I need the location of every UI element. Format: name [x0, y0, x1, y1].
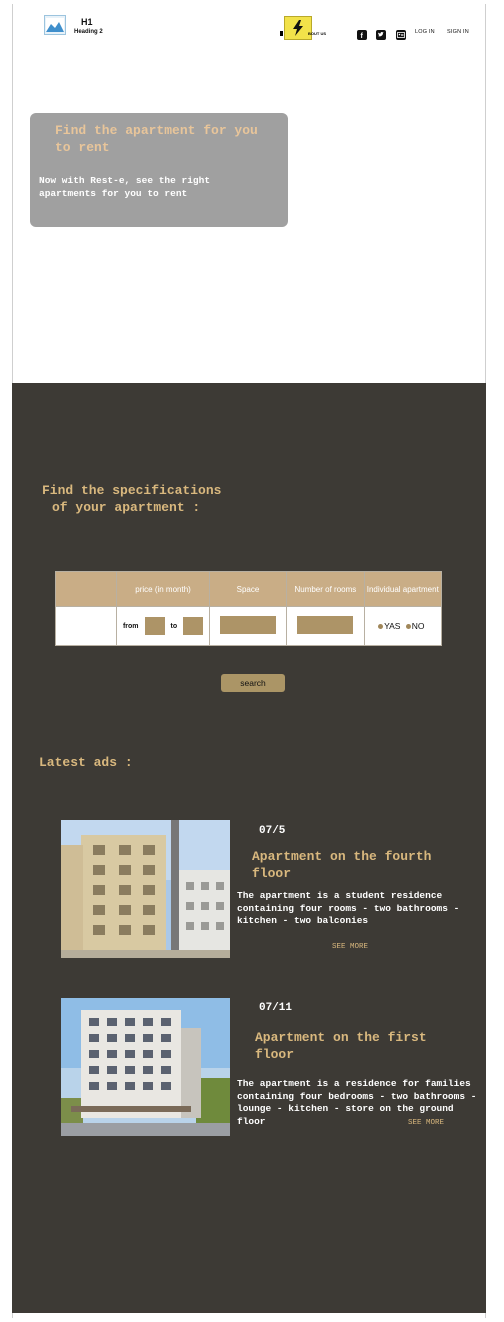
specs-input-row: from to YAS NO — [54, 606, 443, 646]
yes-radio[interactable] — [378, 623, 384, 629]
logo-image-icon[interactable] — [44, 15, 66, 35]
specs-title: Find the specifications of your apartmen… — [42, 482, 292, 516]
specs-empty-cell — [54, 606, 118, 646]
specs-title-line2: of your apartment : — [52, 500, 201, 515]
ad-title-1: Apartment on the fourth floor — [252, 849, 432, 881]
specs-title-line1: Find the specifications — [42, 483, 222, 498]
lightning-icon[interactable] — [284, 16, 312, 40]
ad-title-2: Apartment on the first floor — [255, 1030, 427, 1062]
see-more-link-2[interactable]: SEE MORE — [408, 1119, 444, 1127]
nav-marker — [280, 31, 283, 36]
logo-title: H1 — [81, 17, 93, 27]
individual-cell: YAS NO — [363, 606, 443, 646]
ad-image-1[interactable] — [61, 820, 230, 958]
ad-date-1: 07/5 — [259, 825, 286, 837]
price-range-cell: from to — [116, 606, 210, 646]
ad-image-2[interactable] — [61, 998, 230, 1136]
specs-empty-header — [54, 571, 118, 607]
price-from-input[interactable] — [144, 617, 165, 635]
see-more-link-1[interactable]: SEE MORE — [332, 943, 368, 951]
hero-title: Find the apartment for you to rent — [55, 123, 258, 155]
col-price: price (in month) — [116, 571, 210, 607]
nav-about-us[interactable]: BOUT US — [308, 31, 326, 36]
no-radio[interactable] — [405, 623, 411, 629]
price-to-input[interactable] — [183, 617, 204, 635]
col-individual: Individual apartment — [363, 571, 443, 607]
search-section: Find the specifications of your apartmen… — [12, 383, 486, 1313]
yes-label: YAS — [384, 621, 401, 631]
col-rooms: Number of rooms — [286, 571, 365, 607]
logo-subtitle: Heading 2 — [74, 29, 103, 35]
twitter-icon[interactable] — [376, 30, 386, 40]
specs-header-row: price (in month) Space Number of rooms I… — [54, 571, 443, 607]
space-cell — [208, 606, 288, 646]
search-button[interactable]: search — [221, 674, 285, 692]
specs-table: price (in month) Space Number of rooms I… — [54, 571, 443, 646]
hero-subtitle: Now with Rest-e, see the right apartment… — [39, 175, 211, 199]
to-label: to — [170, 622, 178, 630]
hero-banner: Find the apartment for you to rent Now w… — [30, 113, 288, 227]
from-label: from — [122, 622, 139, 630]
latest-ads-title: Latest ads : — [39, 755, 133, 770]
svg-text:f: f — [361, 33, 364, 39]
no-label: NO — [411, 621, 425, 631]
space-input[interactable] — [219, 616, 276, 634]
ad-description-2: The apartment is a residence for familie… — [237, 1078, 477, 1127]
contact-card-icon[interactable] — [396, 30, 406, 40]
col-space: Space — [208, 571, 288, 607]
ad-description-1: The apartment is a student residence con… — [237, 890, 460, 926]
facebook-icon[interactable]: f — [357, 30, 367, 40]
login-link[interactable]: LOG IN — [415, 29, 435, 35]
site-header: H1 Heading 2 BOUT US f LOG IN SIGN IN — [12, 4, 486, 64]
rooms-cell — [286, 606, 365, 646]
signin-link[interactable]: SIGN IN — [447, 29, 469, 35]
rooms-input[interactable] — [297, 616, 354, 634]
ad-date-2: 07/11 — [259, 1002, 293, 1014]
